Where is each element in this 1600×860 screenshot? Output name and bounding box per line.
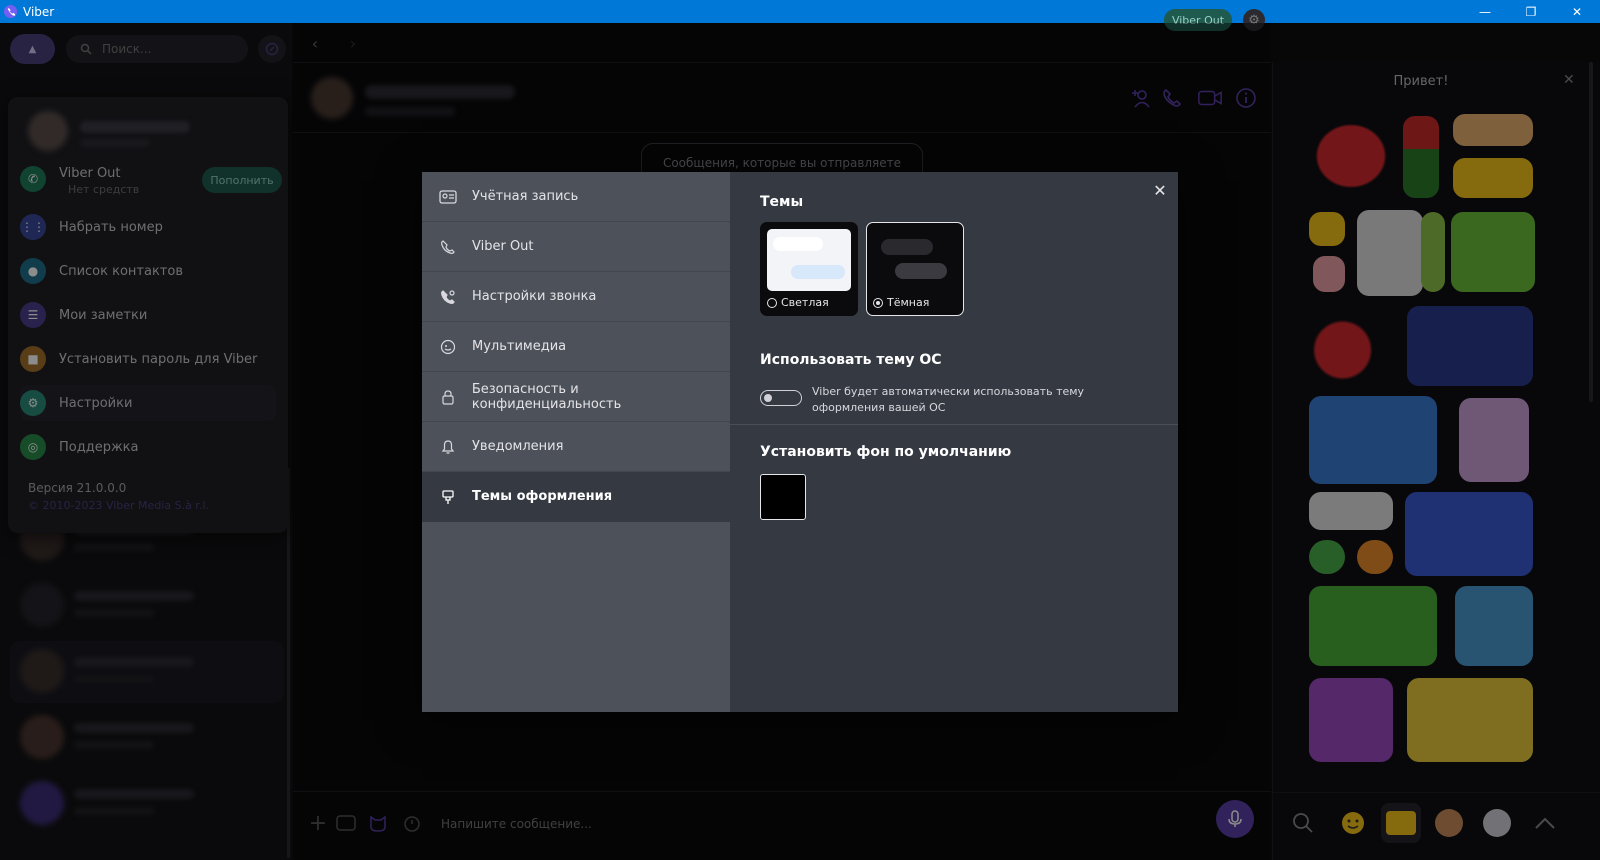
- close-dialog-icon[interactable]: ✕: [1150, 180, 1170, 200]
- settings-dialog: Учётная запись Viber Out Настройки звонк…: [422, 172, 1178, 712]
- default-background-swatch[interactable]: [760, 474, 806, 520]
- theme-option-light[interactable]: Светлая: [760, 222, 858, 316]
- call-settings-icon: [438, 287, 458, 307]
- minimize-button[interactable]: —: [1462, 0, 1508, 23]
- close-window-button[interactable]: ✕: [1554, 0, 1600, 23]
- settings-tab-account[interactable]: Учётная запись: [422, 172, 730, 222]
- window-title: Viber: [23, 4, 55, 19]
- settings-tab-call[interactable]: Настройки звонка: [422, 272, 730, 322]
- os-theme-description: Viber будет автоматически использовать т…: [812, 385, 1085, 414]
- theme-option-dark[interactable]: Тёмная: [866, 222, 964, 316]
- section-divider: [730, 424, 1178, 425]
- light-theme-preview: [767, 229, 851, 291]
- brush-icon: [438, 487, 458, 507]
- media-icon: [438, 337, 458, 357]
- theme-label-dark: Тёмная: [887, 296, 930, 309]
- settings-tab-notifications[interactable]: Уведомления: [422, 422, 730, 472]
- settings-tab-label: Безопасность и конфиденциальность: [471, 381, 622, 412]
- settings-tab-label: Viber Out: [472, 239, 534, 254]
- settings-tab-label: Настройки звонка: [472, 289, 597, 304]
- default-background-heading: Установить фон по умолчанию: [760, 444, 1012, 460]
- theme-radio-dark[interactable]: [873, 298, 883, 308]
- settings-tab-label: Уведомления: [472, 439, 564, 454]
- os-theme-heading: Использовать тему ОС: [760, 352, 942, 368]
- settings-tab-label: Мультимедиа: [472, 339, 567, 354]
- settings-tab-media[interactable]: Мультимедиа: [422, 322, 730, 372]
- settings-tab-privacy[interactable]: Безопасность и конфиденциальность: [422, 372, 730, 422]
- theme-radio-light[interactable]: [767, 298, 777, 308]
- themes-settings-pane: ✕ Темы Светлая Тёмная Использовать тему …: [730, 172, 1178, 712]
- settings-tab-label: Учётная запись: [472, 189, 579, 204]
- settings-sidebar: Учётная запись Viber Out Настройки звонк…: [422, 172, 730, 712]
- settings-tab-label: Темы оформления: [472, 489, 613, 504]
- title-bar: Viber — ❐ ✕: [0, 0, 1600, 23]
- phone-out-icon: [438, 237, 458, 257]
- settings-tab-themes[interactable]: Темы оформления: [422, 472, 730, 522]
- account-card-icon: [438, 187, 458, 207]
- dark-theme-preview: [873, 229, 957, 291]
- themes-heading: Темы: [760, 194, 804, 210]
- lock-icon: [438, 387, 458, 407]
- os-theme-toggle[interactable]: [760, 390, 802, 406]
- viber-logo-icon: [3, 4, 18, 19]
- bell-icon: [438, 437, 458, 457]
- maximize-button[interactable]: ❐: [1508, 0, 1554, 23]
- settings-tab-viber-out[interactable]: Viber Out: [422, 222, 730, 272]
- theme-label-light: Светлая: [781, 296, 829, 309]
